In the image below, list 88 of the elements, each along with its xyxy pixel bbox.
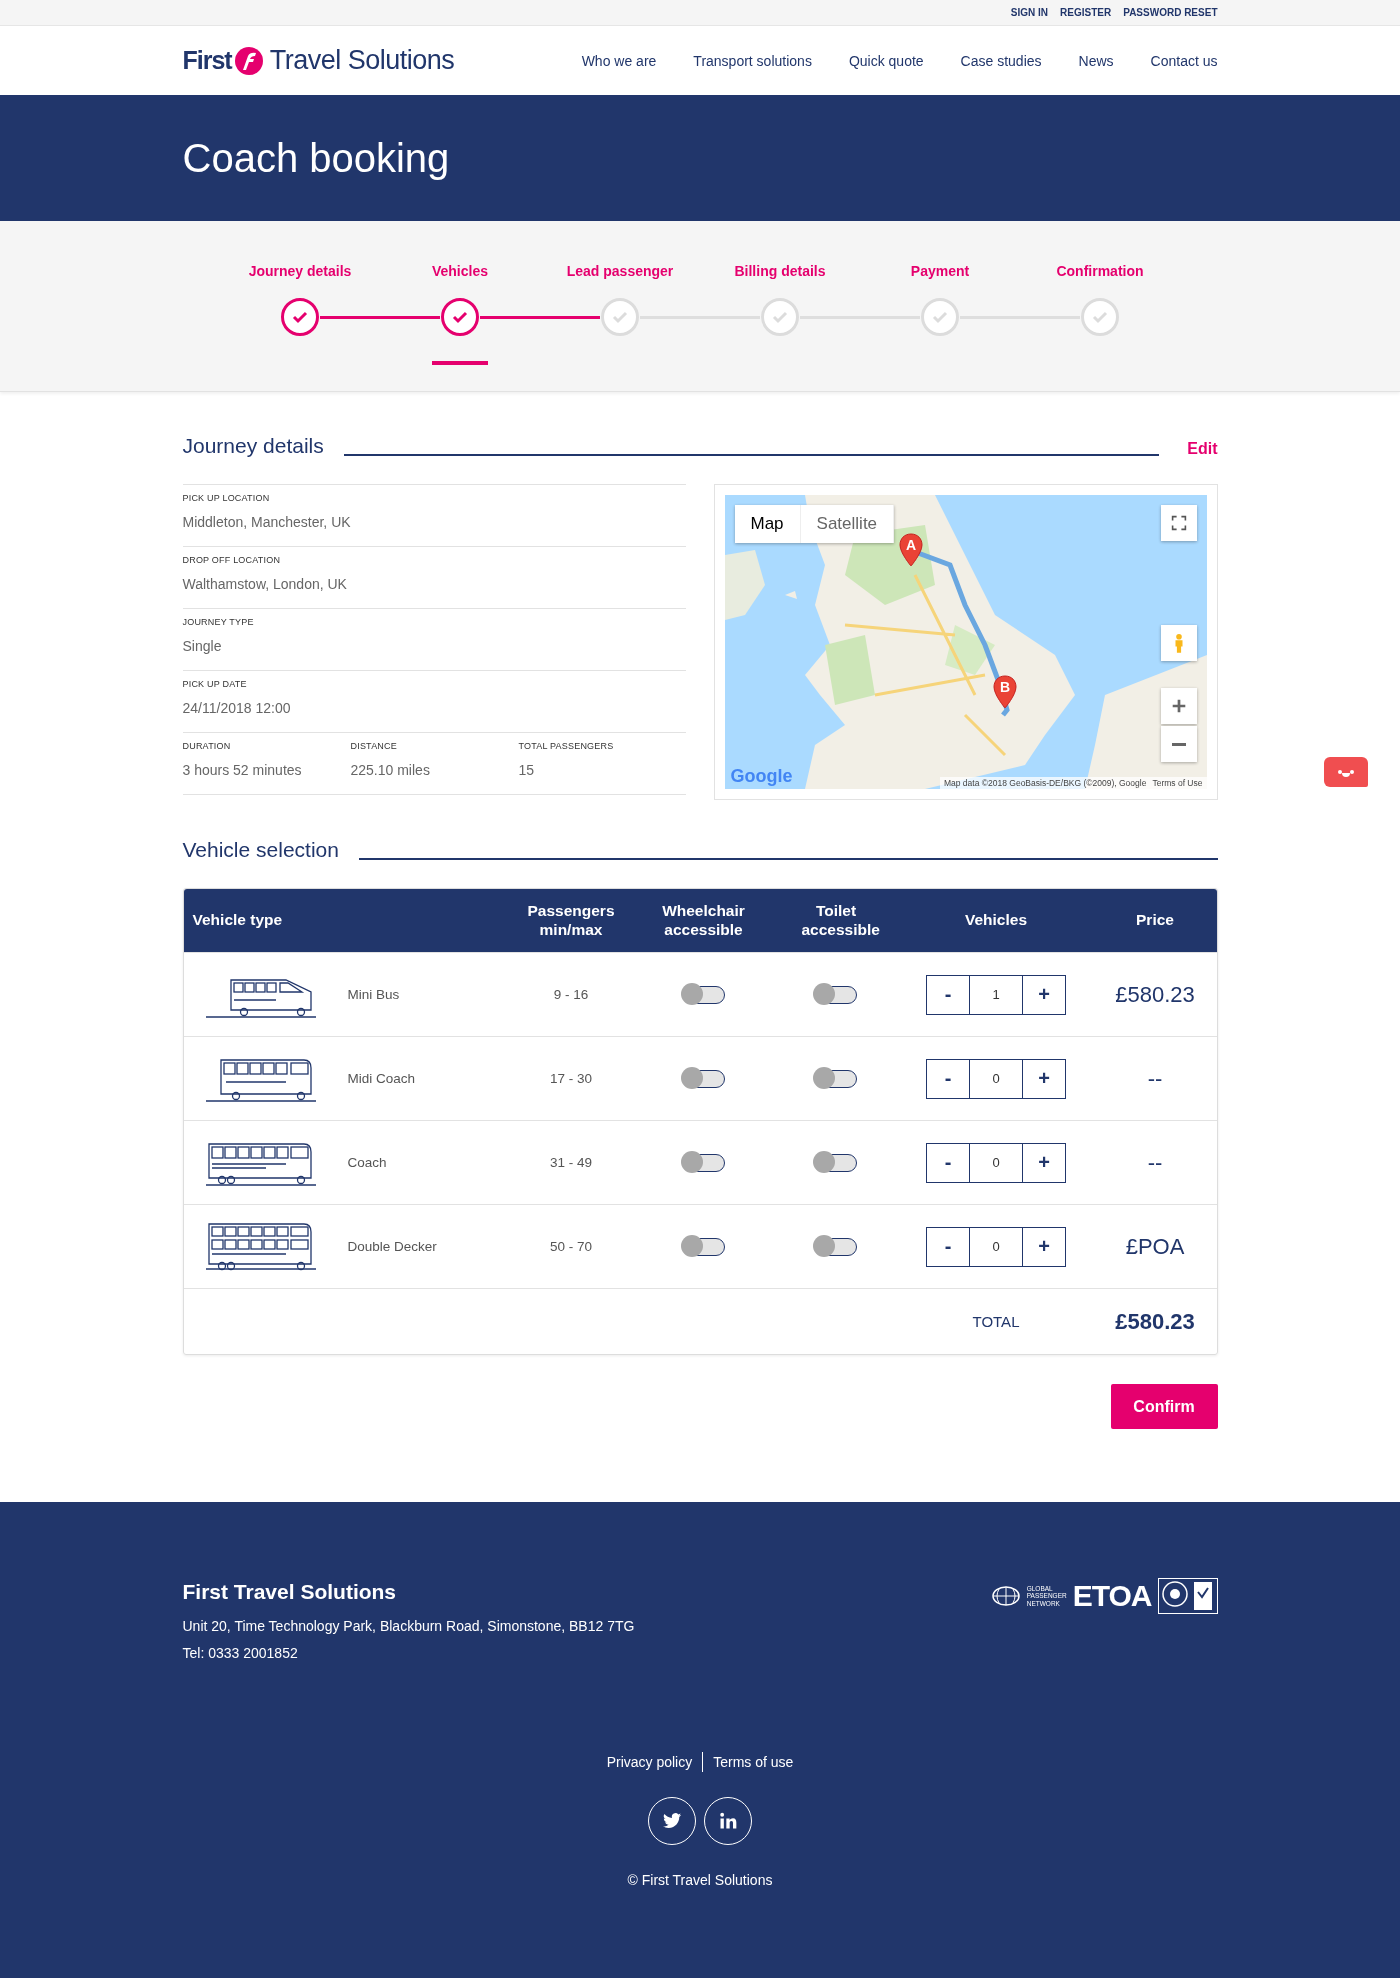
vehicle-name: Double Decker (347, 1239, 437, 1254)
minus-icon (1170, 742, 1187, 746)
column-header: Passengers min/max (526, 901, 616, 940)
certification-badge-icon (1157, 1578, 1218, 1614)
copyright: © First Travel Solutions (626, 1872, 774, 1888)
section-title: Journey details (182, 434, 324, 458)
globe-icon (990, 1584, 1021, 1608)
field-label: DURATION (182, 741, 232, 751)
toilet-toggle[interactable] (815, 1153, 857, 1172)
column-header: Price (1135, 911, 1175, 930)
partner-logo: ETOA (1072, 1579, 1152, 1613)
footer-address: Unit 20, Time Technology Park, Blackburn Road, Simonstone, BB12 7TG (182, 1618, 635, 1634)
toilet-toggle[interactable] (815, 1237, 857, 1256)
toilet-toggle[interactable] (815, 985, 857, 1004)
nav-link[interactable]: Who we are (581, 52, 657, 69)
field-value: 3 hours 52 minutes (182, 762, 303, 778)
zoom-out-button[interactable] (1160, 726, 1197, 762)
passenger-range: 17 - 30 (549, 1071, 593, 1086)
nav-link[interactable]: Transport solutions (693, 52, 812, 69)
price: £580.23 (1114, 981, 1196, 1008)
column-header: Toilet accessible (800, 901, 881, 940)
field-label: PICK UP LOCATION (182, 493, 271, 503)
wheelchair-toggle[interactable] (682, 1237, 725, 1256)
logo-mark-icon (233, 45, 264, 76)
fullscreen-icon (1170, 515, 1187, 531)
step-label: Lead passenger (566, 263, 674, 281)
top-link[interactable]: SIGN IN (1010, 7, 1049, 18)
vehicle-name: Mini Bus (347, 987, 400, 1002)
column-header: Wheelchair accessible (661, 901, 746, 940)
total-price: £580.23 (1114, 1308, 1196, 1335)
passenger-range: 31 - 49 (549, 1155, 593, 1170)
nav-link[interactable]: Quick quote (848, 52, 924, 69)
toilet-toggle[interactable] (815, 1069, 857, 1088)
price: £POA (1124, 1233, 1186, 1260)
fullscreen-button[interactable] (1160, 505, 1197, 541)
passenger-range: 9 - 16 (552, 987, 590, 1002)
map-pin[interactable]: B (992, 675, 1017, 709)
top-link[interactable]: REGISTER (1060, 7, 1112, 18)
wheelchair-toggle[interactable] (682, 985, 725, 1004)
total-label: TOTAL (971, 1313, 1021, 1330)
field-label: DROP OFF LOCATION (182, 555, 282, 565)
footer-link[interactable]: Privacy policy (606, 1754, 693, 1770)
wheelchair-toggle[interactable] (682, 1153, 725, 1172)
field-value: Middleton, Manchester, UK (182, 514, 352, 530)
field-value: 225.10 miles (350, 762, 431, 778)
map-pin[interactable]: A (898, 533, 923, 567)
field-label: JOURNEY TYPE (182, 617, 255, 627)
nav-link[interactable]: Case studies (960, 52, 1042, 69)
footer-phone: Tel: 0333 2001852 (182, 1645, 299, 1661)
step-label: Journey details (248, 263, 352, 281)
map-type-tab[interactable]: Map (734, 505, 801, 543)
field-label: TOTAL PASSENGERS (518, 741, 615, 751)
field-value: Single (182, 638, 223, 654)
nav-link[interactable]: Contact us (1150, 52, 1218, 69)
footer-link[interactable]: Terms of use (713, 1754, 794, 1770)
vehicle-name: Coach (347, 1155, 387, 1170)
vehicle-name: Midi Coach (347, 1071, 416, 1086)
field-value: 15 (518, 762, 536, 778)
logo-brand: First (182, 46, 232, 75)
step-label: Payment (910, 263, 970, 281)
step-label: Confirmation (1056, 263, 1144, 281)
confirm-button[interactable]: Confirm (1110, 1384, 1218, 1429)
logo-name: Travel Solutions (269, 45, 455, 76)
nav-link[interactable]: News (1078, 52, 1114, 69)
zoom-in-button[interactable] (1160, 688, 1197, 724)
field-value: Walthamstow, London, UK (182, 576, 348, 592)
step-label: Billing details (734, 263, 826, 281)
step-label: Vehicles (431, 263, 488, 281)
price: -- (1146, 1149, 1164, 1176)
footer-company-name: First Travel Solutions (182, 1580, 398, 1604)
map-attribution: Map data ©2018 GeoBasis-DE/BKG (©2009), Google (943, 778, 1147, 788)
field-label: PICK UP DATE (182, 679, 248, 689)
map-type-tab[interactable]: Satellite (800, 505, 895, 543)
terms-link[interactable]: Terms of Use (1152, 778, 1203, 788)
edit-link[interactable]: Edit (1187, 440, 1218, 458)
map-logo: Google (730, 766, 793, 787)
page-title: Coach booking (182, 135, 451, 181)
column-header: Vehicle type (191, 911, 284, 930)
double-decker-bus-icon (205, 1221, 316, 1272)
field-label: DISTANCE (350, 741, 398, 751)
top-link[interactable]: PASSWORD RESET (1123, 7, 1218, 18)
column-header: Vehicles (963, 911, 1028, 930)
price: -- (1146, 1065, 1164, 1092)
chat-widget-icon[interactable] (1324, 757, 1368, 787)
field-value: 24/11/2018 12:00 (182, 700, 292, 716)
section-title: Vehicle selection (182, 838, 339, 862)
wheelchair-toggle[interactable] (682, 1069, 725, 1088)
passenger-range: 50 - 70 (549, 1239, 593, 1254)
